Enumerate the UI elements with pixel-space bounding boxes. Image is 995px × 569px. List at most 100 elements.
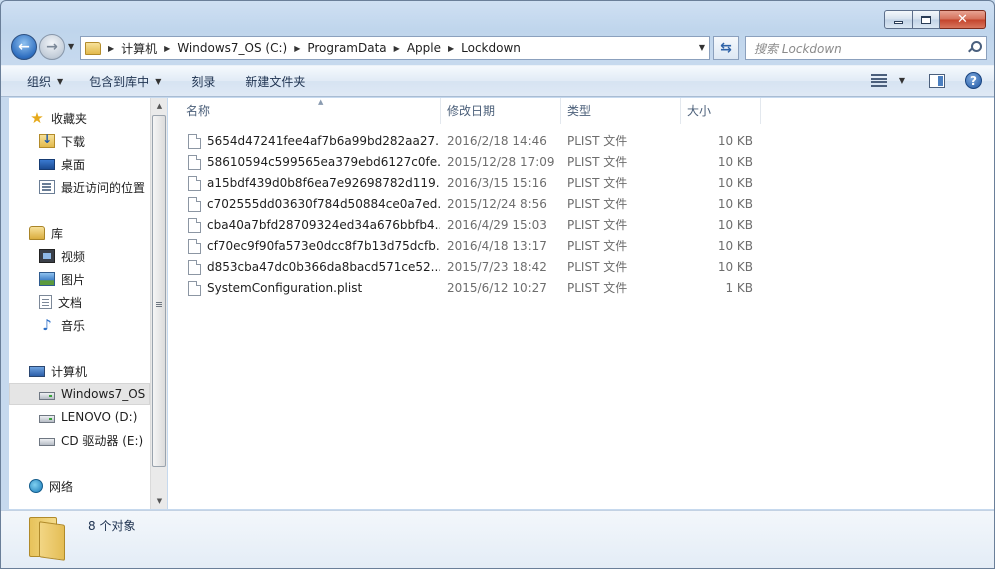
organize-button[interactable]: 组织 ▼ — [27, 73, 63, 90]
explorer-window: ✕ ← → ▼ ▶ 计算机 ▶ Windows7_OS (C:) ▶ Progr… — [0, 0, 995, 569]
new-folder-button[interactable]: 新建文件夹 — [245, 73, 305, 90]
nav-label: LENOVO (D:) — [61, 410, 138, 424]
nav-item-favorites[interactable]: ★ 收藏夹 — [29, 107, 169, 129]
search-input[interactable]: 搜索 Lockdown — [745, 36, 987, 60]
nav-item-drive-c[interactable]: Windows7_OS (C:) — [9, 383, 150, 405]
change-view-icon[interactable] — [870, 74, 887, 87]
navigation-scrollbar[interactable]: ▲ ▼ — [150, 98, 167, 509]
nav-label: 文档 — [58, 295, 83, 310]
file-name: cf70ec9f90fa573e0dcc8f7b13d75dcfb... — [207, 239, 440, 253]
breadcrumb-separator-icon[interactable]: ▶ — [108, 44, 114, 53]
include-in-library-button[interactable]: 包含到库中 ▼ — [89, 73, 161, 90]
grip-icon — [156, 302, 162, 303]
file-icon — [188, 155, 201, 170]
file-type: PLIST 文件 — [567, 176, 628, 190]
scroll-up-icon[interactable]: ▲ — [151, 98, 168, 114]
column-header: 名称 ▲ 修改日期 类型 大小 — [168, 98, 994, 124]
file-type: PLIST 文件 — [567, 134, 628, 148]
navigation-pane: ★ 收藏夹 下载 桌面 最近访问的位置 库 视频 图片 文档 ♪ 音乐 计算机 — [9, 98, 167, 509]
file-name: c702555dd03630f784d50884ce0a7ed... — [207, 197, 440, 211]
scrollbar-thumb[interactable] — [152, 115, 166, 467]
chevron-down-icon: ▼ — [155, 76, 162, 86]
file-size: 10 KB — [717, 218, 753, 232]
nav-item-computer[interactable]: 计算机 — [29, 360, 169, 382]
file-date: 2015/7/23 18:42 — [447, 260, 547, 274]
nav-label: 库 — [51, 226, 64, 241]
nav-label: 图片 — [61, 272, 86, 287]
organize-label: 组织 — [27, 74, 52, 89]
hard-drive-icon — [39, 414, 55, 423]
nav-item-network[interactable]: 网络 — [29, 475, 169, 497]
hard-drive-icon — [39, 391, 55, 400]
file-size: 10 KB — [717, 197, 753, 211]
recent-pages-dropdown[interactable]: ▼ — [68, 42, 74, 51]
column-date-label: 修改日期 — [447, 104, 496, 118]
sort-ascending-icon: ▲ — [318, 98, 324, 106]
file-date: 2016/2/18 14:46 — [447, 134, 547, 148]
new-folder-label: 新建文件夹 — [245, 74, 306, 89]
file-icon — [188, 239, 201, 254]
file-row[interactable]: 58610594c599565ea379ebd6127c0fe... 2015/… — [184, 152, 784, 173]
breadcrumb-separator-icon[interactable]: ▶ — [394, 44, 400, 53]
address-bar[interactable]: ▶ 计算机 ▶ Windows7_OS (C:) ▶ ProgramData ▶… — [80, 36, 710, 60]
file-icon — [188, 197, 201, 212]
file-row[interactable]: 5654d47241fee4af7b6a99bd282aa27... 2016/… — [184, 131, 784, 152]
nav-item-libraries[interactable]: 库 — [29, 222, 169, 244]
music-note-icon: ♪ — [42, 316, 52, 334]
breadcrumb-apple[interactable]: Apple — [407, 41, 441, 55]
file-name: a15bdf439d0b8f6ea7e92698782d119... — [207, 176, 440, 190]
column-date-modified[interactable]: 修改日期 — [441, 98, 561, 124]
view-dropdown-icon[interactable]: ▼ — [899, 76, 905, 85]
nav-label: 桌面 — [61, 157, 86, 172]
back-button[interactable]: ← — [11, 34, 37, 60]
column-size[interactable]: 大小 — [681, 98, 761, 124]
breadcrumb-drive-c[interactable]: Windows7_OS (C:) — [177, 41, 287, 55]
close-button[interactable]: ✕ — [940, 10, 986, 29]
file-row[interactable]: c702555dd03630f784d50884ce0a7ed... 2015/… — [184, 194, 784, 215]
command-bar: 组织 ▼ 包含到库中 ▼ 刻录 新建文件夹 ▼ ? — [1, 65, 994, 97]
file-size: 10 KB — [717, 260, 753, 274]
file-row[interactable]: d853cba47dc0b366da8bacd571ce52... 2015/7… — [184, 257, 784, 278]
preview-pane-icon[interactable] — [929, 73, 945, 88]
nav-label: Windows7_OS (C:) — [61, 387, 149, 401]
file-date: 2016/4/18 13:17 — [447, 239, 547, 253]
refresh-button[interactable]: ⇆ — [713, 36, 739, 60]
network-icon — [29, 479, 43, 493]
breadcrumb-separator-icon[interactable]: ▶ — [294, 44, 300, 53]
breadcrumb-separator-icon[interactable]: ▶ — [448, 44, 454, 53]
maximize-button[interactable] — [913, 10, 940, 29]
breadcrumb-computer[interactable]: 计算机 — [121, 40, 157, 57]
forward-button[interactable]: → — [39, 34, 65, 60]
file-type: PLIST 文件 — [567, 281, 628, 295]
close-icon: ✕ — [957, 12, 968, 27]
minimize-button[interactable] — [884, 10, 913, 29]
file-row[interactable]: a15bdf439d0b8f6ea7e92698782d119... 2016/… — [184, 173, 784, 194]
breadcrumb-lockdown[interactable]: Lockdown — [461, 41, 521, 55]
address-dropdown-icon[interactable]: ▼ — [699, 43, 705, 52]
nav-label: 收藏夹 — [51, 111, 88, 126]
file-date: 2015/12/28 17:09 — [447, 155, 555, 169]
column-type[interactable]: 类型 — [561, 98, 681, 124]
file-row[interactable]: SystemConfiguration.plist 2015/6/12 10:2… — [184, 278, 784, 299]
burn-button[interactable]: 刻录 — [191, 73, 215, 90]
minimize-icon — [894, 21, 903, 24]
folder-icon — [85, 41, 101, 55]
refresh-icon: ⇆ — [720, 40, 732, 56]
nav-label: 下载 — [61, 134, 86, 149]
file-row[interactable]: cf70ec9f90fa573e0dcc8f7b13d75dcfb... 201… — [184, 236, 784, 257]
scroll-down-icon[interactable]: ▼ — [151, 493, 168, 509]
help-icon[interactable]: ? — [965, 72, 982, 89]
nav-label: CD 驱动器 (E:) — [61, 433, 144, 448]
column-name-label: 名称 — [186, 104, 211, 118]
file-type: PLIST 文件 — [567, 239, 628, 253]
breadcrumb-separator-icon[interactable]: ▶ — [164, 44, 170, 53]
column-name[interactable]: 名称 ▲ — [180, 98, 441, 124]
file-row[interactable]: cba40a7bfd28709324ed34a676bbfb4... 2016/… — [184, 215, 784, 236]
breadcrumb-programdata[interactable]: ProgramData — [307, 41, 386, 55]
details-pane: 8 个对象 — [1, 510, 994, 568]
search-icon[interactable] — [968, 41, 982, 53]
arrow-left-icon: ← — [18, 39, 30, 55]
document-icon — [39, 295, 52, 309]
cd-drive-icon — [39, 437, 55, 446]
nav-label: 最近访问的位置 — [61, 180, 146, 195]
